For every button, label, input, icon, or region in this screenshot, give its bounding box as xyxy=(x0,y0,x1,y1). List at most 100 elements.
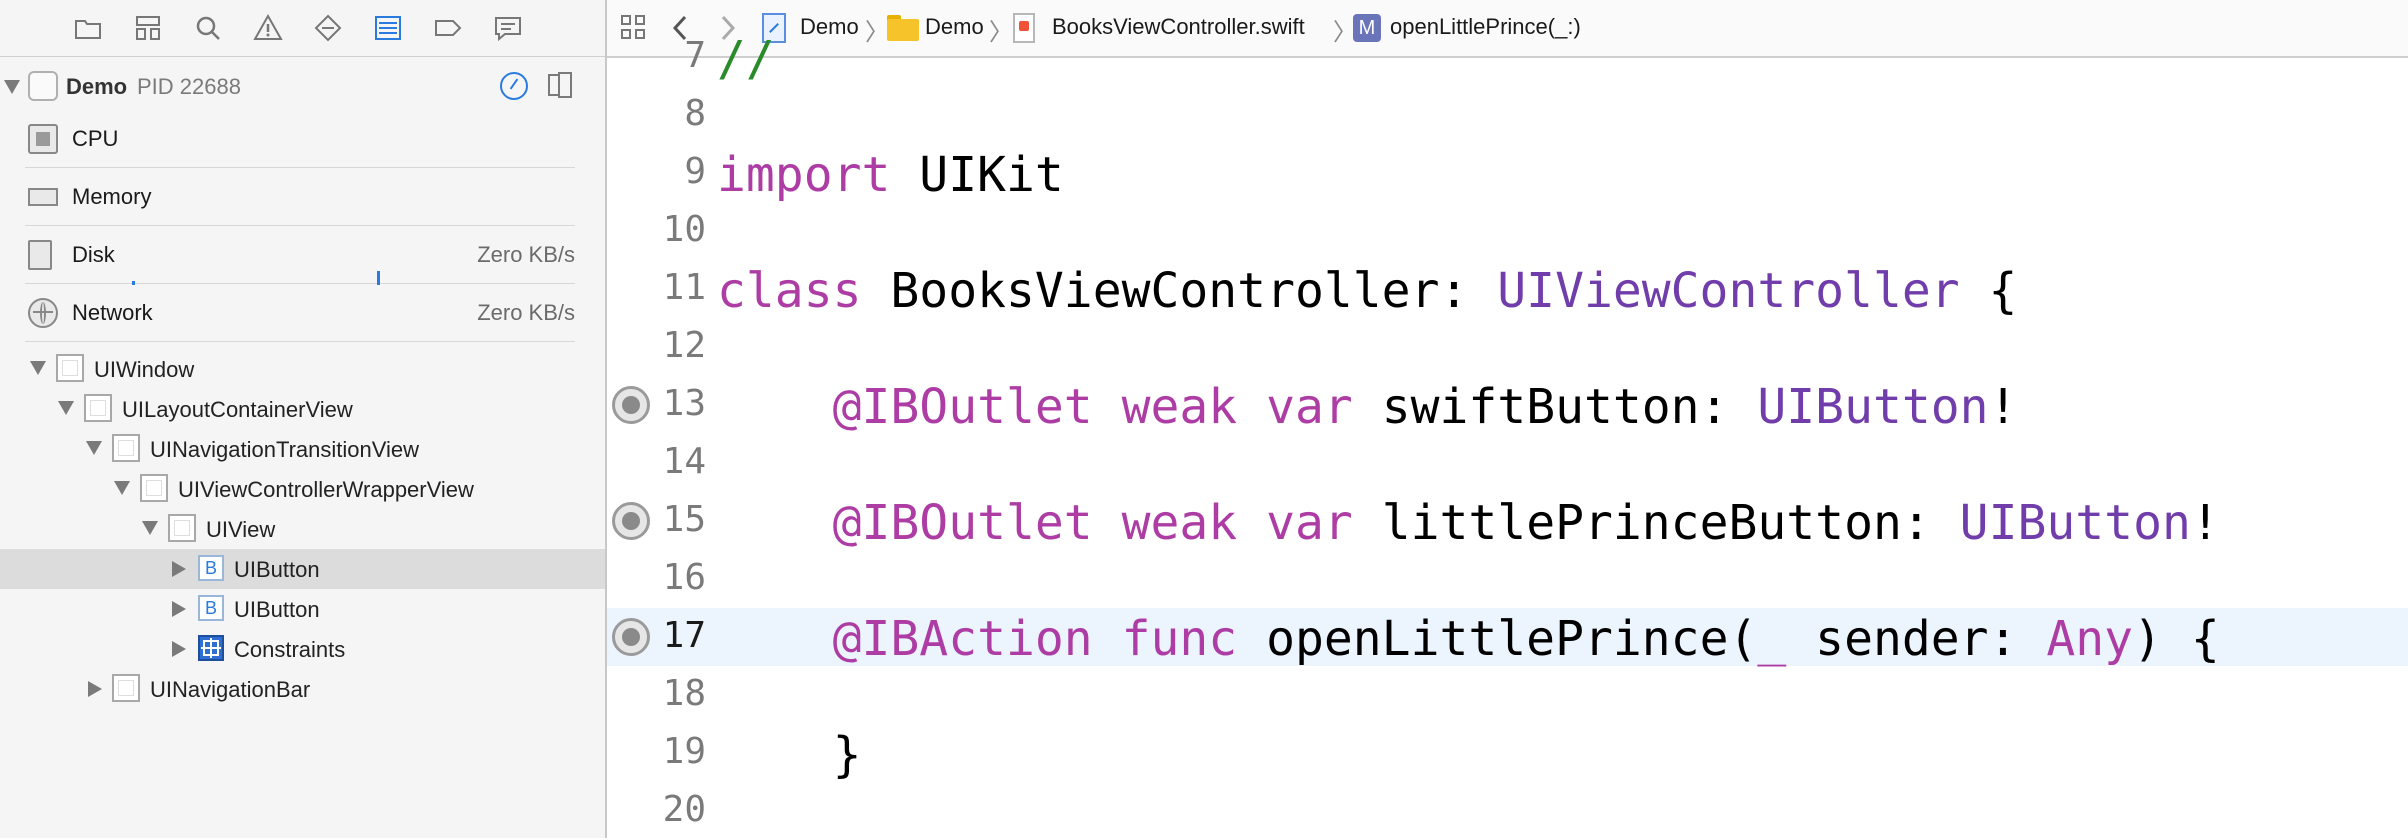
tree-label: UIButton xyxy=(234,557,320,582)
tree-row-uiview[interactable]: UIView xyxy=(0,509,605,549)
disclosure-triangle-icon[interactable] xyxy=(4,80,20,94)
tree-row-uibutton-selected[interactable]: B UIButton xyxy=(0,549,605,589)
debug-list-icon[interactable] xyxy=(370,12,406,44)
code-text: // xyxy=(717,31,775,87)
button-icon: B xyxy=(198,595,224,621)
navigator-toolbar xyxy=(0,0,605,57)
tree-label: UIView xyxy=(206,517,276,542)
gauge-disk[interactable]: Disk Zero KB/s xyxy=(25,226,575,285)
disclosure-triangle-icon[interactable] xyxy=(142,521,158,535)
code-line: 18 xyxy=(607,666,2408,724)
view-hierarchy-icon[interactable] xyxy=(548,72,574,100)
breakpoint-tag-icon[interactable] xyxy=(430,12,466,44)
tree-label: UIButton xyxy=(234,597,320,622)
code-line: 14 xyxy=(607,434,2408,492)
gauge-network[interactable]: Network Zero KB/s xyxy=(25,284,575,342)
code-line: 20 xyxy=(607,782,2408,840)
gauge-label: Network xyxy=(72,300,153,325)
tree-label: UIWindow xyxy=(94,357,195,382)
search-icon[interactable] xyxy=(190,12,226,44)
code-line: 16 xyxy=(607,550,2408,608)
line-number: 11 xyxy=(662,267,706,308)
code-line: 8 xyxy=(607,86,2408,144)
gauge-label: CPU xyxy=(72,126,119,151)
folder-icon[interactable] xyxy=(70,12,106,44)
gauge-cpu[interactable]: CPU xyxy=(25,110,575,168)
code-line: 9 import UIKit xyxy=(607,144,2408,203)
view-icon xyxy=(140,474,168,502)
line-number: 15 xyxy=(662,499,706,540)
network-globe-icon xyxy=(28,298,58,328)
disclosure-triangle-icon[interactable] xyxy=(30,361,46,375)
tree-row-uibutton[interactable]: B UIButton xyxy=(0,589,605,629)
line-number: 9 xyxy=(684,151,706,192)
view-icon xyxy=(168,514,196,542)
tree-row-uiwindow[interactable]: UIWindow xyxy=(0,349,605,389)
tree-row-uinavigationbar[interactable]: UINavigationBar xyxy=(0,669,605,709)
code-text: class BooksViewController: UIViewControl… xyxy=(717,263,2018,319)
code-line: 13 @IBOutlet weak var swiftButton: UIBut… xyxy=(607,376,2408,435)
code-line: 19 } xyxy=(607,724,2408,783)
disclosure-triangle-icon[interactable] xyxy=(58,401,74,415)
line-number: 19 xyxy=(662,731,706,772)
line-number: 7 xyxy=(684,35,706,76)
gauge-value: Zero KB/s xyxy=(477,300,575,325)
tree-label: Constraints xyxy=(234,637,346,662)
tree-row-uiviewcontrollerwrapperview[interactable]: UIViewControllerWrapperView xyxy=(0,469,605,509)
code-text: @IBOutlet weak var swiftButton: UIButton… xyxy=(832,379,2018,435)
process-name: Demo xyxy=(66,74,128,99)
line-number: 8 xyxy=(684,93,706,134)
view-icon xyxy=(56,354,84,382)
line-number: 20 xyxy=(662,789,706,830)
view-icon xyxy=(112,674,140,702)
gauge-value: Zero KB/s xyxy=(477,242,575,267)
code-line: 10 xyxy=(607,202,2408,260)
current-code-line: 17 @IBAction func openLittlePrince(_ sen… xyxy=(607,608,2408,667)
code-line: 12 xyxy=(607,318,2408,376)
gauge-label: Memory xyxy=(72,184,152,209)
gauge-memory[interactable]: Memory xyxy=(25,168,575,226)
process-pid: PID 22688 xyxy=(137,74,241,99)
line-number: 18 xyxy=(662,673,706,714)
code-line: 11 class BooksViewController: UIViewCont… xyxy=(607,260,2408,319)
debug-navigator: Demo PID 22688 CPU Memory Disk Zero KB/s xyxy=(0,0,607,838)
cpu-icon xyxy=(28,124,58,154)
button-icon: B xyxy=(198,555,224,581)
code-text: } xyxy=(717,727,862,783)
disclosure-triangle-icon[interactable] xyxy=(88,681,102,697)
gauge-label: Disk xyxy=(72,242,115,267)
view-icon xyxy=(84,394,112,422)
disclosure-triangle-icon[interactable] xyxy=(172,601,186,617)
line-number: 16 xyxy=(662,557,706,598)
tree-row-constraints[interactable]: Constraints xyxy=(0,629,605,669)
disclosure-triangle-icon[interactable] xyxy=(172,641,186,657)
warning-icon[interactable] xyxy=(250,12,286,44)
code-area[interactable]: 7 // 8 9 import UIKit 10 11 class BooksV… xyxy=(607,31,2408,840)
line-number: 14 xyxy=(662,441,706,482)
report-bubble-icon[interactable] xyxy=(490,12,526,44)
tree-label: UINavigationTransitionView xyxy=(150,437,420,462)
test-diamond-icon[interactable] xyxy=(310,12,346,44)
memory-icon xyxy=(28,188,58,206)
disk-icon xyxy=(28,240,52,270)
disclosure-triangle-icon[interactable] xyxy=(172,561,186,577)
tree-label: UINavigationBar xyxy=(150,677,311,702)
app-icon xyxy=(28,71,58,101)
view-icon xyxy=(112,434,140,462)
activity-spark xyxy=(377,271,380,285)
code-text: @IBOutlet weak var littlePrinceButton: U… xyxy=(832,495,2220,551)
code-text: import UIKit xyxy=(717,147,1064,203)
disclosure-triangle-icon[interactable] xyxy=(86,441,102,455)
tree-row-uilayoutcontainerview[interactable]: UILayoutContainerView xyxy=(0,389,605,429)
source-editor: Demo 〉 Demo 〉 BooksViewController.swift … xyxy=(607,0,2408,838)
tree-label: UILayoutContainerView xyxy=(122,397,353,422)
tree-row-uinavigationtransitionview[interactable]: UINavigationTransitionView xyxy=(0,429,605,469)
tree-label: UIViewControllerWrapperView xyxy=(178,477,474,502)
process-row[interactable]: Demo PID 22688 xyxy=(0,66,605,106)
disclosure-triangle-icon[interactable] xyxy=(114,481,130,495)
hierarchy-icon[interactable] xyxy=(130,12,166,44)
debug-gauge-icon[interactable] xyxy=(500,72,528,100)
line-number: 10 xyxy=(662,209,706,250)
line-number: 17 xyxy=(662,615,706,656)
code-text: @IBAction func openLittlePrince(_ sender… xyxy=(832,611,2220,667)
